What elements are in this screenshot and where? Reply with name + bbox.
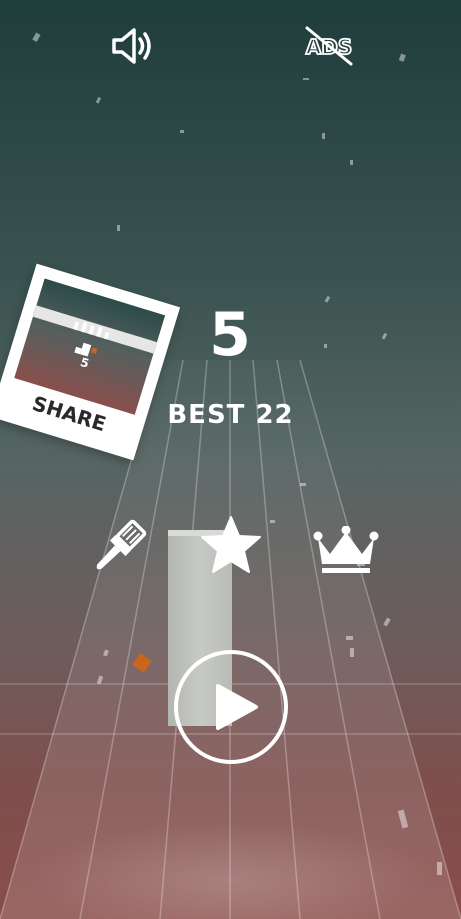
leaderboard-button[interactable] <box>312 525 380 578</box>
no-ads-button[interactable]: ADS <box>303 24 355 68</box>
skins-button[interactable] <box>84 516 150 582</box>
play-button[interactable] <box>172 648 290 766</box>
sound-button[interactable] <box>110 26 156 66</box>
paintbrush-icon <box>96 519 147 570</box>
speaker-icon <box>112 28 151 64</box>
crown-icon <box>313 525 379 573</box>
no-ads-icon: ADS <box>305 26 353 66</box>
play-icon <box>174 650 288 764</box>
track-background <box>0 32 461 919</box>
game-screen: ADS 5 BEST 22 5 SHARE <box>0 0 461 919</box>
rate-button[interactable] <box>198 514 264 578</box>
star-icon <box>201 516 261 573</box>
